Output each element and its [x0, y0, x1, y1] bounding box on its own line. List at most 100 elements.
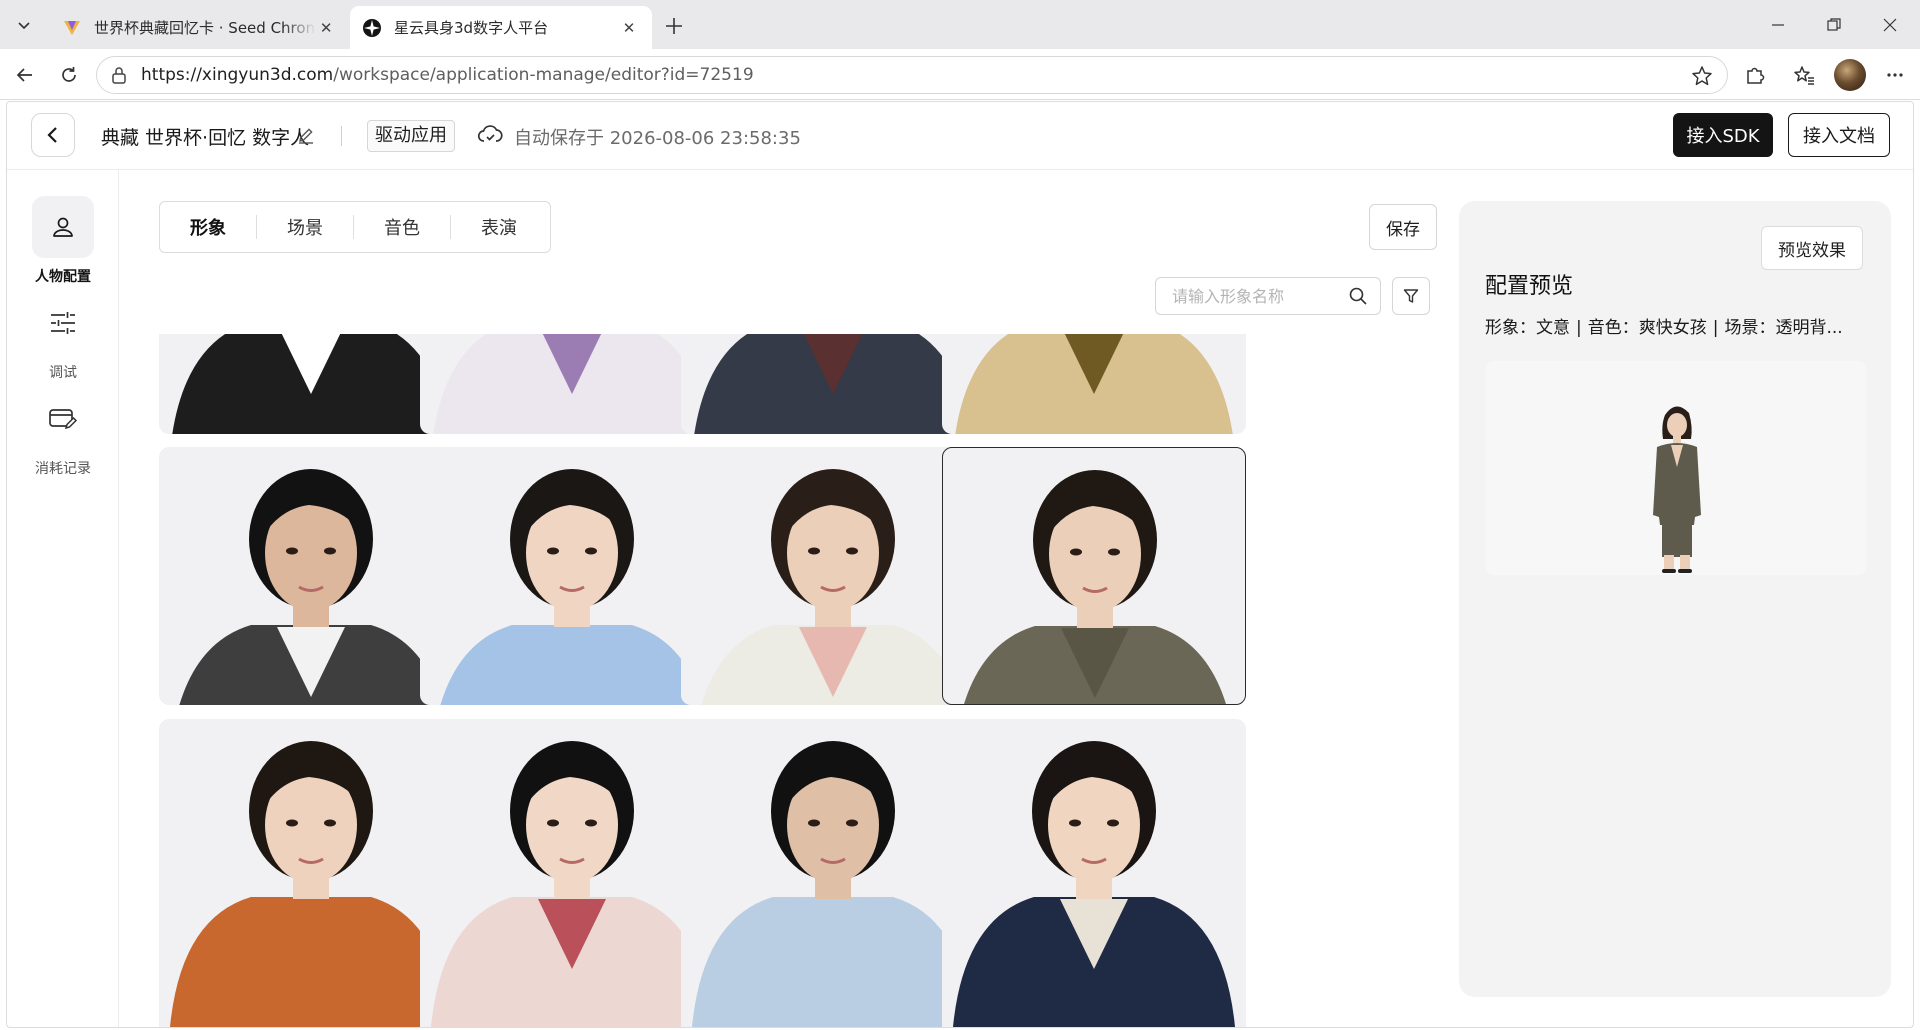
avatar-portrait-image — [692, 741, 974, 1027]
browser-tab-strip: 世界杯典藏回忆卡 · Seed Chronicle ✕ 星云具身3d数字人平台 … — [0, 0, 1920, 49]
back-nav-button[interactable] — [8, 58, 42, 92]
avatar-portrait-image — [701, 469, 965, 705]
cloud-sync-icon — [477, 122, 503, 150]
avatar-portrait-image — [433, 334, 711, 434]
avatar-search-input[interactable] — [1170, 285, 1340, 307]
url-text: https://xingyun3d.com/workspace/applicat… — [141, 65, 754, 85]
tab-list-button[interactable] — [7, 8, 41, 42]
avatar-card[interactable] — [420, 719, 724, 1027]
avatar-portrait-image — [440, 469, 704, 705]
nav-item-character-config[interactable]: 人物配置 — [7, 196, 119, 286]
nav-item-usage-records[interactable]: 消耗记录 — [7, 388, 119, 478]
side-nav: 人物配置 调试 消耗记录 — [7, 170, 119, 1027]
save-button[interactable]: 保存 — [1369, 204, 1437, 250]
favorite-star-icon[interactable] — [1691, 65, 1713, 91]
chevron-down-icon — [18, 22, 30, 30]
avatar-search — [1155, 277, 1381, 315]
editor-tabs: 形象 场景 音色 表演 — [159, 201, 551, 253]
search-icon[interactable] — [1348, 286, 1368, 310]
edit-title-icon[interactable] — [297, 126, 315, 148]
avatar-portrait-image — [179, 469, 443, 705]
arrow-left-icon — [16, 68, 32, 82]
nav-label: 人物配置 — [35, 269, 91, 285]
avatar-card[interactable] — [681, 447, 985, 705]
tab-title: 星云具身3d数字人平台 — [394, 19, 549, 37]
filter-icon — [1403, 289, 1419, 303]
site-info-icon[interactable] — [111, 66, 127, 84]
new-tab-button[interactable] — [660, 12, 688, 40]
person-icon — [53, 217, 73, 237]
browser-tab-inactive[interactable]: 世界杯典藏回忆卡 · Seed Chronicle ✕ — [50, 6, 348, 49]
avatar-card[interactable] — [681, 719, 985, 1027]
reload-icon — [62, 67, 76, 82]
reload-button[interactable] — [52, 58, 86, 92]
avatar-card[interactable] — [420, 447, 724, 705]
seed-chronicle-favicon-icon — [64, 20, 80, 35]
summary-separator: | — [1576, 318, 1582, 338]
summary-appearance: 形象：文意 — [1485, 318, 1570, 338]
restore-icon — [1827, 17, 1841, 31]
autosave-status: 自动保存于 2026-08-06 23:58:35 — [514, 128, 801, 149]
preview-effect-button[interactable]: 预览效果 — [1761, 226, 1863, 270]
connect-docs-button[interactable]: 接入文档 — [1788, 113, 1890, 157]
summary-scene: 场景：透明背... — [1724, 318, 1843, 338]
summary-voice: 音色：爽快女孩 — [1587, 318, 1707, 338]
favorites-list-icon — [1794, 66, 1814, 85]
avatar-card[interactable] — [159, 447, 463, 705]
chevron-left-icon — [47, 127, 57, 143]
favorites-button[interactable] — [1787, 58, 1821, 92]
url-host: https://xingyun3d.com — [141, 65, 334, 85]
tab-voice[interactable]: 音色 — [354, 214, 450, 240]
tab-performance[interactable]: 表演 — [451, 214, 547, 240]
nav-item-debug[interactable]: 调试 — [7, 292, 119, 382]
restore-button[interactable] — [1806, 0, 1862, 49]
nav-icon-box — [32, 196, 94, 258]
app-mode-badge: 驱动应用 — [367, 120, 455, 152]
avatar-card[interactable] — [159, 719, 463, 1027]
app-header: 典藏 世界杯·回忆 数字人 驱动应用 自动保存于 2026-08-06 23:5… — [7, 102, 1913, 170]
nav-label: 调试 — [49, 365, 77, 381]
address-bar[interactable]: https://xingyun3d.com/workspace/applicat… — [96, 56, 1728, 94]
summary-separator: | — [1712, 318, 1719, 338]
tab-close-icon[interactable]: ✕ — [618, 17, 640, 39]
browser-toolbar: https://xingyun3d.com/workspace/applicat… — [0, 49, 1920, 100]
sliders-icon — [51, 312, 75, 334]
app-page: 典藏 世界杯·回忆 数字人 驱动应用 自动保存于 2026-08-06 23:5… — [6, 101, 1914, 1028]
avatar-card[interactable] — [942, 719, 1246, 1027]
avatar-portrait-image — [955, 334, 1233, 434]
preview-stage — [1485, 361, 1867, 575]
close-window-button[interactable] — [1862, 0, 1918, 49]
avatar-portrait-image — [172, 334, 450, 434]
avatar-card[interactable] — [159, 334, 463, 434]
connect-sdk-button[interactable]: 接入SDK — [1673, 113, 1773, 157]
filter-button[interactable] — [1392, 277, 1430, 315]
xingyun-favicon-icon — [363, 18, 381, 37]
card-edit-icon — [49, 409, 78, 430]
avatar-portrait-image — [964, 470, 1226, 704]
nav-icon-box — [32, 388, 94, 450]
avatar-portrait-image — [170, 741, 452, 1027]
back-button[interactable] — [31, 113, 75, 157]
more-horizontal-icon — [1887, 73, 1903, 77]
browser-tab-active[interactable]: 星云具身3d数字人平台 ✕ — [350, 6, 652, 49]
avatar-card[interactable] — [942, 447, 1246, 705]
plus-icon — [666, 18, 682, 34]
more-menu-button[interactable] — [1878, 58, 1912, 92]
avatar-card[interactable] — [681, 334, 985, 434]
avatar-card[interactable] — [942, 334, 1246, 434]
preview-summary: 形象：文意 | 音色：爽快女孩 | 场景：透明背... — [1485, 313, 1843, 338]
tab-appearance[interactable]: 形象 — [160, 214, 256, 240]
preview-title: 配置预览 — [1485, 274, 1574, 299]
nav-icon-box — [32, 292, 94, 354]
tab-scene[interactable]: 场景 — [257, 214, 353, 240]
tab-close-icon[interactable]: ✕ — [316, 17, 336, 39]
extensions-button[interactable] — [1738, 58, 1772, 92]
config-preview-panel: 预览效果 配置预览 形象：文意 | 音色：爽快女孩 | 场景：透明背... — [1459, 201, 1891, 997]
minimize-button[interactable] — [1750, 0, 1806, 49]
profile-avatar[interactable] — [1834, 59, 1866, 91]
tab-title: 世界杯典藏回忆卡 · Seed Chronicle — [94, 19, 317, 37]
avatar-portrait-image — [953, 741, 1235, 1027]
avatar-portrait-image — [694, 334, 972, 434]
avatar-card[interactable] — [420, 334, 724, 434]
avatar-portrait-image — [431, 741, 713, 1027]
